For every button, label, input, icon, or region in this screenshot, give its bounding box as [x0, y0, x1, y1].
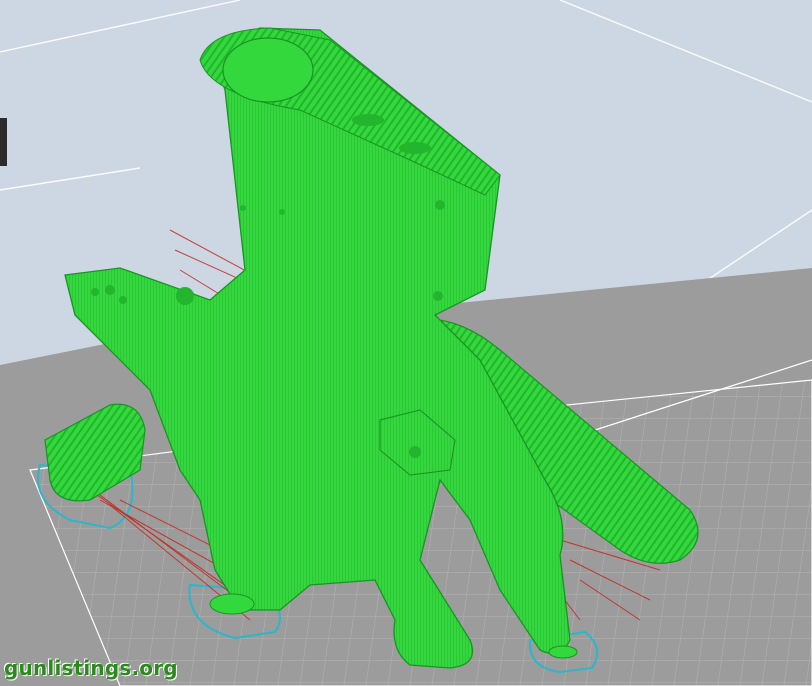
3d-print-preview-viewport[interactable]: gunlistings.org: [0, 0, 812, 686]
model-foot-pad: [209, 593, 255, 615]
slot-opening: [352, 114, 384, 126]
pin-hole: [409, 446, 421, 458]
slicer-scene[interactable]: [0, 0, 812, 686]
model-foot-pad: [548, 645, 578, 659]
buffer-tube-hole: [222, 37, 314, 103]
watermark-text: gunlistings.org: [4, 656, 178, 680]
slot-opening: [399, 142, 431, 154]
side-panel-handle[interactable]: [0, 118, 7, 166]
